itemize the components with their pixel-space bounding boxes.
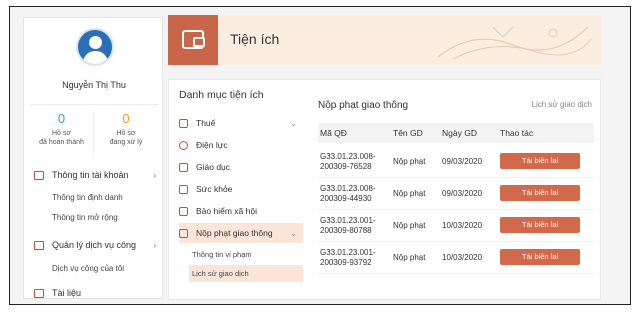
category-subitem-violation-info[interactable]: Thông tin vi phạm <box>189 246 303 263</box>
table-header: Mã QĐ Tên GD Ngày GD Thao tác <box>318 123 594 143</box>
sidebar-subitem-extended[interactable]: Thông tin mở rộng <box>52 213 118 222</box>
insurance-icon <box>179 206 188 216</box>
stat-processing[interactable]: 0 Hồ sơ đang xử lý <box>94 111 158 147</box>
avatar[interactable] <box>76 28 114 66</box>
profile-stats: 0 Hồ sơ đã hoàn thành 0 Hồ sơ đang xử lý <box>30 104 158 160</box>
decision-code-line: G33.01.23.008- <box>320 184 376 193</box>
chevron-right-icon: › <box>153 170 156 180</box>
sidebar-item-account-info[interactable]: Thông tin tài khoản › <box>34 170 156 180</box>
category-label: Nộp phạt giao thông <box>196 228 273 238</box>
column-header: Thao tác <box>500 128 534 138</box>
category-label: Thuế <box>196 118 216 128</box>
decision-code: G33.01.23.001- 200309-93792 <box>320 248 376 268</box>
download-receipt-button[interactable]: Tải biên lai <box>500 217 580 233</box>
transaction-name: Nộp phạt <box>393 253 426 262</box>
category-electric[interactable]: Điện lực <box>179 135 303 155</box>
sidebar-item-label: Thông tin tài khoản <box>52 170 129 180</box>
wallet-icon <box>168 15 218 65</box>
category-label: Bảo hiểm xã hội <box>196 206 257 216</box>
folder-icon <box>34 240 44 250</box>
chevron-right-icon: › <box>153 240 156 250</box>
utilities-panel: Danh mục tiện ích Thuế ⌄ Điện lực Giáo d… <box>168 79 601 300</box>
sidebar-item-documents[interactable]: Tài liệu <box>34 288 156 298</box>
sidebar-subitem-identity[interactable]: Thông tin định danh <box>52 193 123 202</box>
stat-processing-label: Hồ sơ <box>116 130 136 137</box>
stat-processing-label-2: đang xử lý <box>109 139 143 146</box>
transaction-name: Nộp phạt <box>393 221 426 230</box>
transaction-date: 10/03/2020 <box>442 221 483 230</box>
decision-code-line: G33.01.23.001- <box>320 248 376 257</box>
education-icon <box>179 162 188 172</box>
transaction-date: 09/03/2020 <box>442 157 483 166</box>
sidebar-item-label: Tài liệu <box>52 288 82 298</box>
content-area: Nộp phạt giao thông Lịch sử giao dịch Mã… <box>314 80 602 301</box>
decision-code: G33.01.23.008- 200309-76528 <box>320 152 376 172</box>
history-link[interactable]: Lịch sử giao dịch <box>532 100 593 109</box>
category-label: Điện lực <box>196 140 228 150</box>
category-label: Sức khỏe <box>196 184 233 194</box>
sidebar-item-label: Quản lý dịch vụ công <box>52 240 137 250</box>
chevron-down-icon: ⌄ <box>290 228 297 238</box>
table-row: G33.01.23.008- 200309-44930 Nộp phạt 09/… <box>318 178 594 210</box>
health-icon <box>179 184 188 194</box>
sidebar-subitem-my-services[interactable]: Dịch vụ công của tôi <box>52 264 124 273</box>
decision-code-line: G33.01.23.008- <box>320 152 376 161</box>
document-icon <box>34 288 44 298</box>
traffic-fine-icon <box>179 228 188 238</box>
transaction-name: Nộp phạt <box>393 189 426 198</box>
download-receipt-button[interactable]: Tải biên lai <box>500 185 580 201</box>
decorative-pattern <box>437 26 592 60</box>
transaction-date: 10/03/2020 <box>442 253 483 262</box>
sidebar-item-public-services[interactable]: Quản lý dịch vụ công › <box>34 240 156 250</box>
table-row: G33.01.23.001- 200309-80788 Nộp phạt 10/… <box>318 210 594 242</box>
category-traffic-fine[interactable]: Nộp phạt giao thông ⌄ <box>179 223 303 243</box>
category-tax[interactable]: Thuế ⌄ <box>179 113 303 133</box>
page-header: Tiện ích <box>168 15 601 65</box>
decision-code-line: 200309-80788 <box>320 226 372 235</box>
table-row: G33.01.23.008- 200309-76528 Nộp phạt 09/… <box>318 146 594 178</box>
download-receipt-button[interactable]: Tải biên lai <box>500 249 580 265</box>
category-title: Danh mục tiện ích <box>179 89 264 101</box>
electric-icon <box>179 140 188 150</box>
category-label: Giáo dục <box>196 162 231 172</box>
tax-icon <box>179 118 188 128</box>
table-row: G33.01.23.001- 200309-93792 Nộp phạt 10/… <box>318 242 594 274</box>
decision-code-line: 200309-93792 <box>320 258 372 267</box>
decision-code: G33.01.23.001- 200309-80788 <box>320 216 376 236</box>
transaction-date: 09/03/2020 <box>442 189 483 198</box>
category-insurance[interactable]: Bảo hiểm xã hội <box>179 201 303 221</box>
content-title: Nộp phạt giao thông <box>318 100 409 111</box>
stat-completed-value: 0 <box>57 111 66 126</box>
user-name: Nguyễn Thị Thu <box>62 80 126 90</box>
stat-completed[interactable]: 0 Hồ sơ đã hoàn thành <box>30 111 94 157</box>
decision-code-line: 200309-76528 <box>320 162 372 171</box>
download-receipt-button[interactable]: Tải biên lai <box>500 153 580 169</box>
column-header: Ngày GD <box>442 128 477 138</box>
column-header: Mã QĐ <box>320 128 347 138</box>
category-health[interactable]: Sức khỏe <box>179 179 303 199</box>
decision-code-line: G33.01.23.001- <box>320 216 376 225</box>
category-subitem-history[interactable]: Lịch sử giao dịch <box>189 265 303 282</box>
app-window: Nguyễn Thị Thu 0 Hồ sơ đã hoàn thành 0 H… <box>9 6 631 305</box>
transaction-name: Nộp phạt <box>393 157 426 166</box>
category-education[interactable]: Giáo dục <box>179 157 303 177</box>
page-title: Tiện ích <box>230 31 280 47</box>
id-card-icon <box>34 170 44 180</box>
decision-code-line: 200309-44930 <box>320 194 372 203</box>
stat-completed-label-2: đã hoàn thành <box>39 139 84 146</box>
chevron-down-icon: ⌄ <box>290 118 297 128</box>
column-header: Tên GD <box>393 128 423 138</box>
profile-sidebar: Nguyễn Thị Thu 0 Hồ sơ đã hoàn thành 0 H… <box>23 17 163 299</box>
decision-code: G33.01.23.008- 200309-44930 <box>320 184 376 204</box>
stat-processing-value: 0 <box>122 111 130 126</box>
stat-completed-label: Hồ sơ <box>52 130 71 137</box>
